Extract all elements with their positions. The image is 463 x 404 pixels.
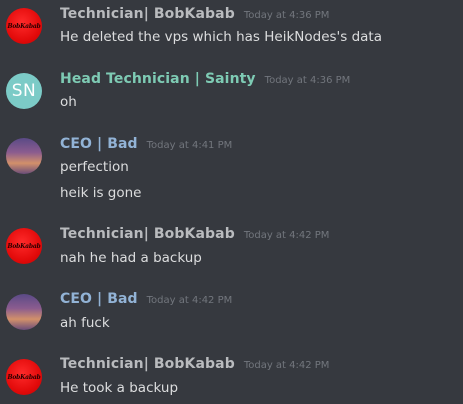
- timestamp: Today at 4:42 PM: [243, 360, 330, 371]
- timestamp: Today at 4:42 PM: [146, 295, 233, 306]
- avatar-logo-text: BobKabab: [7, 373, 41, 381]
- message-header: Head Technician | Sainty Today at 4:36 P…: [60, 71, 350, 89]
- message-header: Technician| BobKabab Today at 4:36 PM: [60, 6, 329, 24]
- message-text: He took a backup: [60, 380, 179, 396]
- avatar-logo-text: BobKabab: [7, 22, 41, 30]
- username[interactable]: CEO | Bad: [60, 291, 138, 307]
- timestamp: Today at 4:42 PM: [243, 230, 330, 241]
- avatar[interactable]: [6, 294, 42, 330]
- username[interactable]: Technician| BobKabab: [60, 226, 235, 242]
- message-header: Technician| BobKabab Today at 4:42 PM: [60, 226, 329, 244]
- message-text: oh: [60, 94, 77, 110]
- timestamp: Today at 4:41 PM: [146, 140, 233, 151]
- username[interactable]: CEO | Bad: [60, 136, 138, 152]
- avatar[interactable]: SN: [6, 73, 42, 109]
- avatar-initials: SN: [11, 81, 37, 101]
- message-text: perfection: [60, 159, 129, 175]
- avatar[interactable]: BobKabab: [6, 8, 42, 44]
- message-text: heik is gone: [60, 185, 142, 201]
- message-text: nah he had a backup: [60, 250, 202, 266]
- timestamp: Today at 4:36 PM: [243, 10, 330, 21]
- avatar-logo-text: BobKabab: [7, 242, 41, 250]
- username[interactable]: Technician| BobKabab: [60, 356, 235, 372]
- avatar[interactable]: BobKabab: [6, 228, 42, 264]
- message-header: Technician| BobKabab Today at 4:42 PM: [60, 356, 329, 374]
- message-text: He deleted the vps which has HeikNodes's…: [60, 29, 382, 45]
- message-header: CEO | Bad Today at 4:42 PM: [60, 291, 232, 309]
- chat-log: BobKabab Technician| BobKabab Today at 4…: [0, 0, 463, 404]
- avatar[interactable]: BobKabab: [6, 359, 42, 395]
- username[interactable]: Technician| BobKabab: [60, 6, 235, 22]
- username[interactable]: Head Technician | Sainty: [60, 71, 256, 87]
- avatar[interactable]: [6, 138, 42, 174]
- message-header: CEO | Bad Today at 4:41 PM: [60, 136, 232, 154]
- message-text: ah fuck: [60, 315, 110, 331]
- timestamp: Today at 4:36 PM: [264, 75, 351, 86]
